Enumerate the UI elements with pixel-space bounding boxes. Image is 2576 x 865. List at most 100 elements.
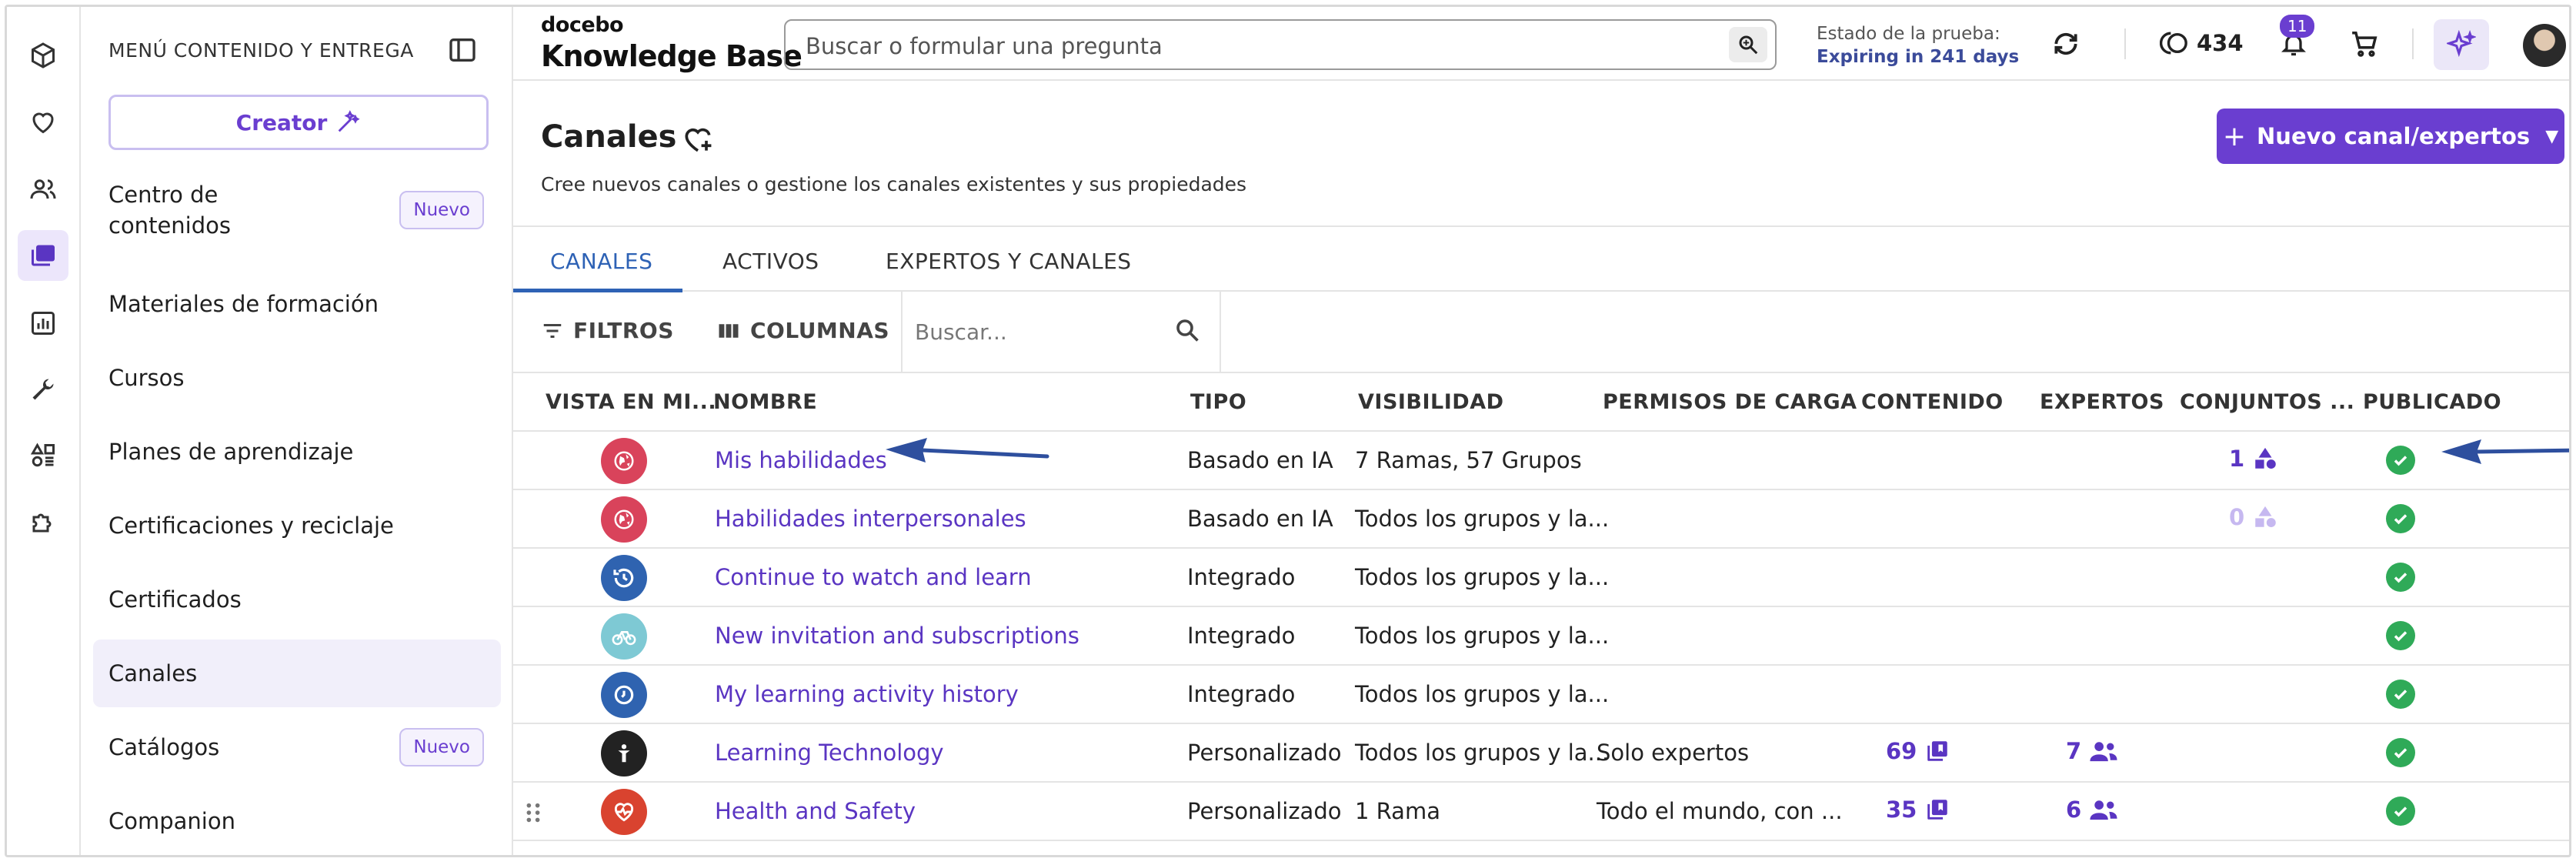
table-row[interactable]: Habilidades interpersonales Basado en IA T… (513, 490, 2569, 549)
rail-tools[interactable] (18, 364, 68, 415)
filters-button[interactable]: FILTROS (541, 318, 674, 343)
table-search-input[interactable]: Buscar... (901, 292, 1221, 372)
rail-favorites[interactable] (18, 96, 68, 147)
tab-bar: CANALES ACTIVOS EXPERTOS Y CANALES (513, 225, 2569, 292)
divider (2124, 28, 2126, 59)
rail-users[interactable] (18, 164, 68, 215)
search-button[interactable] (1729, 27, 1767, 62)
sidebar-item-certificates[interactable]: Certificados (93, 566, 501, 633)
published-check-icon[interactable] (2386, 563, 2415, 592)
sidebar-item-label: Certificados (108, 586, 242, 613)
page-title: Canales (541, 119, 677, 155)
bike-icon (601, 613, 647, 660)
channel-type: Integrado (1187, 623, 1296, 649)
sparkles-icon (2447, 30, 2476, 58)
table-row[interactable]: Health and Safety Personalizado 1 Rama Todo… (513, 783, 2569, 841)
ai-assistant-button[interactable] (2434, 19, 2489, 70)
table-row[interactable]: My learning activity history Integrado Tod… (513, 666, 2569, 724)
sidebar-item-certifications[interactable]: Certificaciones y reciclaje (93, 492, 501, 559)
sync-button[interactable] (2049, 27, 2083, 61)
rail-reports[interactable] (18, 298, 68, 349)
published-check-icon[interactable] (2386, 504, 2415, 533)
content-count-value: 69 (1886, 738, 1917, 764)
sidebar-item-learning-plans[interactable]: Planes de aprendizaje (93, 418, 501, 486)
channel-type: Personalizado (1187, 740, 1342, 766)
table-row[interactable]: Learning Technology Personalizado Todos lo… (513, 724, 2569, 783)
person-icon (601, 730, 647, 776)
sidebar-item-content-center[interactable]: Centro de contenidos Nuevo (93, 176, 501, 244)
column-header[interactable]: NOMBRE (713, 390, 817, 414)
column-header[interactable]: EXPERTOS (2040, 390, 2164, 414)
channel-name-link[interactable]: New invitation and subscriptions (715, 623, 1079, 649)
column-header[interactable]: CONJUNTOS ... (2180, 390, 2354, 414)
tab-experts-channels[interactable]: EXPERTOS Y CANALES (886, 249, 1132, 274)
library-icon (1927, 741, 1948, 761)
heart-plus-icon[interactable] (681, 122, 715, 156)
sidebar-item-courses[interactable]: Cursos (93, 344, 501, 412)
credits-counter[interactable]: 434 (2160, 30, 2244, 56)
table-row[interactable]: Mis habilidades Basado en IA 7 Ramas, 57 G… (513, 432, 2569, 490)
experts-count[interactable]: 7 (2066, 738, 2118, 764)
published-check-icon[interactable] (2386, 680, 2415, 709)
clock-icon (601, 672, 647, 718)
annotation-arrow (886, 438, 1049, 463)
page-subtitle: Cree nuevos canales o gestione los canal… (541, 173, 1247, 195)
filters-label: FILTROS (573, 318, 674, 343)
sidebar-item-catalogs[interactable]: Catálogos Nuevo (93, 713, 501, 781)
creator-button[interactable]: Creator (108, 95, 489, 150)
search-placeholder: Buscar o formular una pregunta (806, 33, 1163, 59)
columns-button[interactable]: COLUMNAS (716, 318, 889, 343)
rail-content[interactable] (18, 230, 68, 281)
table-row[interactable]: Continue to watch and learn Integrado Todo… (513, 549, 2569, 607)
content-count[interactable]: 35 (1886, 797, 1950, 823)
content-count[interactable]: 69 (1886, 738, 1950, 764)
column-header[interactable]: CONTENIDO (1861, 390, 2004, 414)
tab-assets[interactable]: ACTIVOS (722, 249, 819, 274)
drag-handle-icon[interactable] (524, 801, 542, 824)
cart-button[interactable] (2347, 27, 2381, 61)
sets-count[interactable]: 1 (2229, 446, 2278, 472)
filter-icon (543, 323, 562, 338)
channel-name-link[interactable]: Health and Safety (715, 798, 916, 824)
global-search-input[interactable]: Buscar o formular una pregunta (784, 19, 1777, 70)
new-channel-button[interactable]: + Nuevo canal/expertos ▼ (2217, 109, 2564, 164)
published-check-icon[interactable] (2386, 797, 2415, 826)
avatar[interactable] (2523, 24, 2566, 67)
sidebar-item-label: Cursos (108, 365, 185, 391)
table-row[interactable]: New invitation and subscriptions Integrad… (513, 607, 2569, 666)
channel-name-link[interactable]: Learning Technology (715, 740, 944, 766)
published-check-icon[interactable] (2386, 738, 2415, 767)
content-sidebar: MENÚ CONTENIDO Y ENTREGA Creator Centro … (81, 7, 513, 855)
published-check-icon[interactable] (2386, 446, 2415, 475)
channel-name-link[interactable]: Continue to watch and learn (715, 564, 1032, 590)
experts-count[interactable]: 6 (2066, 797, 2118, 823)
annotation-arrow (2441, 439, 2569, 464)
collapse-sidebar-icon[interactable] (447, 35, 478, 65)
column-header[interactable]: PERMISOS DE CARGA (1603, 390, 1857, 414)
column-header[interactable]: PUBLICADO (2363, 390, 2501, 414)
chart-icon (32, 312, 55, 335)
column-header[interactable]: TIPO (1190, 390, 1246, 414)
sets-count[interactable]: 0 (2229, 504, 2278, 530)
shapes-icon (30, 443, 55, 467)
published-check-icon[interactable] (2386, 621, 2415, 650)
channel-visibility: 7 Ramas, 57 Grupos (1355, 447, 1582, 473)
tab-channels[interactable]: CANALES (550, 249, 652, 274)
sidebar-item-training-materials[interactable]: Materiales de formación (93, 270, 501, 338)
channel-name-link[interactable]: My learning activity history (715, 681, 1019, 707)
rail-apps[interactable] (18, 430, 68, 481)
brand-logo[interactable]: docebo (541, 13, 624, 37)
divider (2412, 28, 2414, 59)
history-icon (601, 555, 647, 601)
channel-name-link[interactable]: Mis habilidades (715, 447, 887, 473)
trial-value[interactable]: Expiring in 241 days (1817, 45, 2019, 68)
channel-type: Personalizado (1187, 798, 1342, 824)
column-header[interactable]: VISIBILIDAD (1358, 390, 1504, 414)
rail-home[interactable] (18, 30, 68, 81)
column-header[interactable]: VISTA EN MI... (546, 390, 716, 414)
people-icon (2090, 742, 2117, 762)
sidebar-item-channels[interactable]: Canales (93, 640, 501, 707)
rail-extensions[interactable] (18, 496, 68, 547)
channel-name-link[interactable]: Habilidades interpersonales (715, 506, 1026, 532)
sidebar-item-companion[interactable]: Companion (93, 787, 501, 855)
